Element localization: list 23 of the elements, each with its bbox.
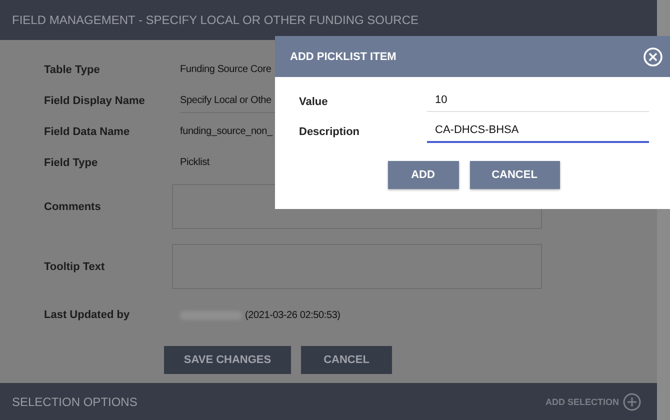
plus-icon xyxy=(623,392,641,410)
section-title: SELECTION OPTIONS xyxy=(12,394,138,408)
field-label: Last Updated by xyxy=(44,309,131,321)
field-value: Picklist xyxy=(180,157,210,168)
field-label: Tooltip Text xyxy=(44,260,106,272)
input-field[interactable]: 10 xyxy=(427,91,649,112)
field-label: Field Type xyxy=(44,156,99,168)
field-label: Field Display Name xyxy=(44,94,146,106)
dialog-title: ADD PICKLIST ITEM xyxy=(290,50,396,62)
add-selection-button[interactable]: ADD SELECTION xyxy=(545,392,641,410)
input-field[interactable]: CA-DHCS-BHSA xyxy=(427,121,649,143)
field-label: Field Data Name xyxy=(44,126,131,138)
cancel-button[interactable]: CANCEL xyxy=(301,346,392,374)
cancel-button[interactable]: CANCEL xyxy=(470,161,560,189)
field-label: Comments xyxy=(44,200,102,212)
field-label: Value xyxy=(299,96,329,108)
close-icon[interactable] xyxy=(643,46,663,66)
field-label: Table Type xyxy=(44,64,101,76)
add-button[interactable]: ADD xyxy=(388,161,458,189)
field-label: Description xyxy=(299,126,361,138)
page-title: FIELD MANAGEMENT - SPECIFY LOCAL OR OTHER FUNDING SOURCE xyxy=(12,13,418,27)
save-changes-button[interactable]: SAVE CHANGES xyxy=(164,346,291,374)
timestamp: (2021-03-26 02:50:53) xyxy=(245,310,340,320)
